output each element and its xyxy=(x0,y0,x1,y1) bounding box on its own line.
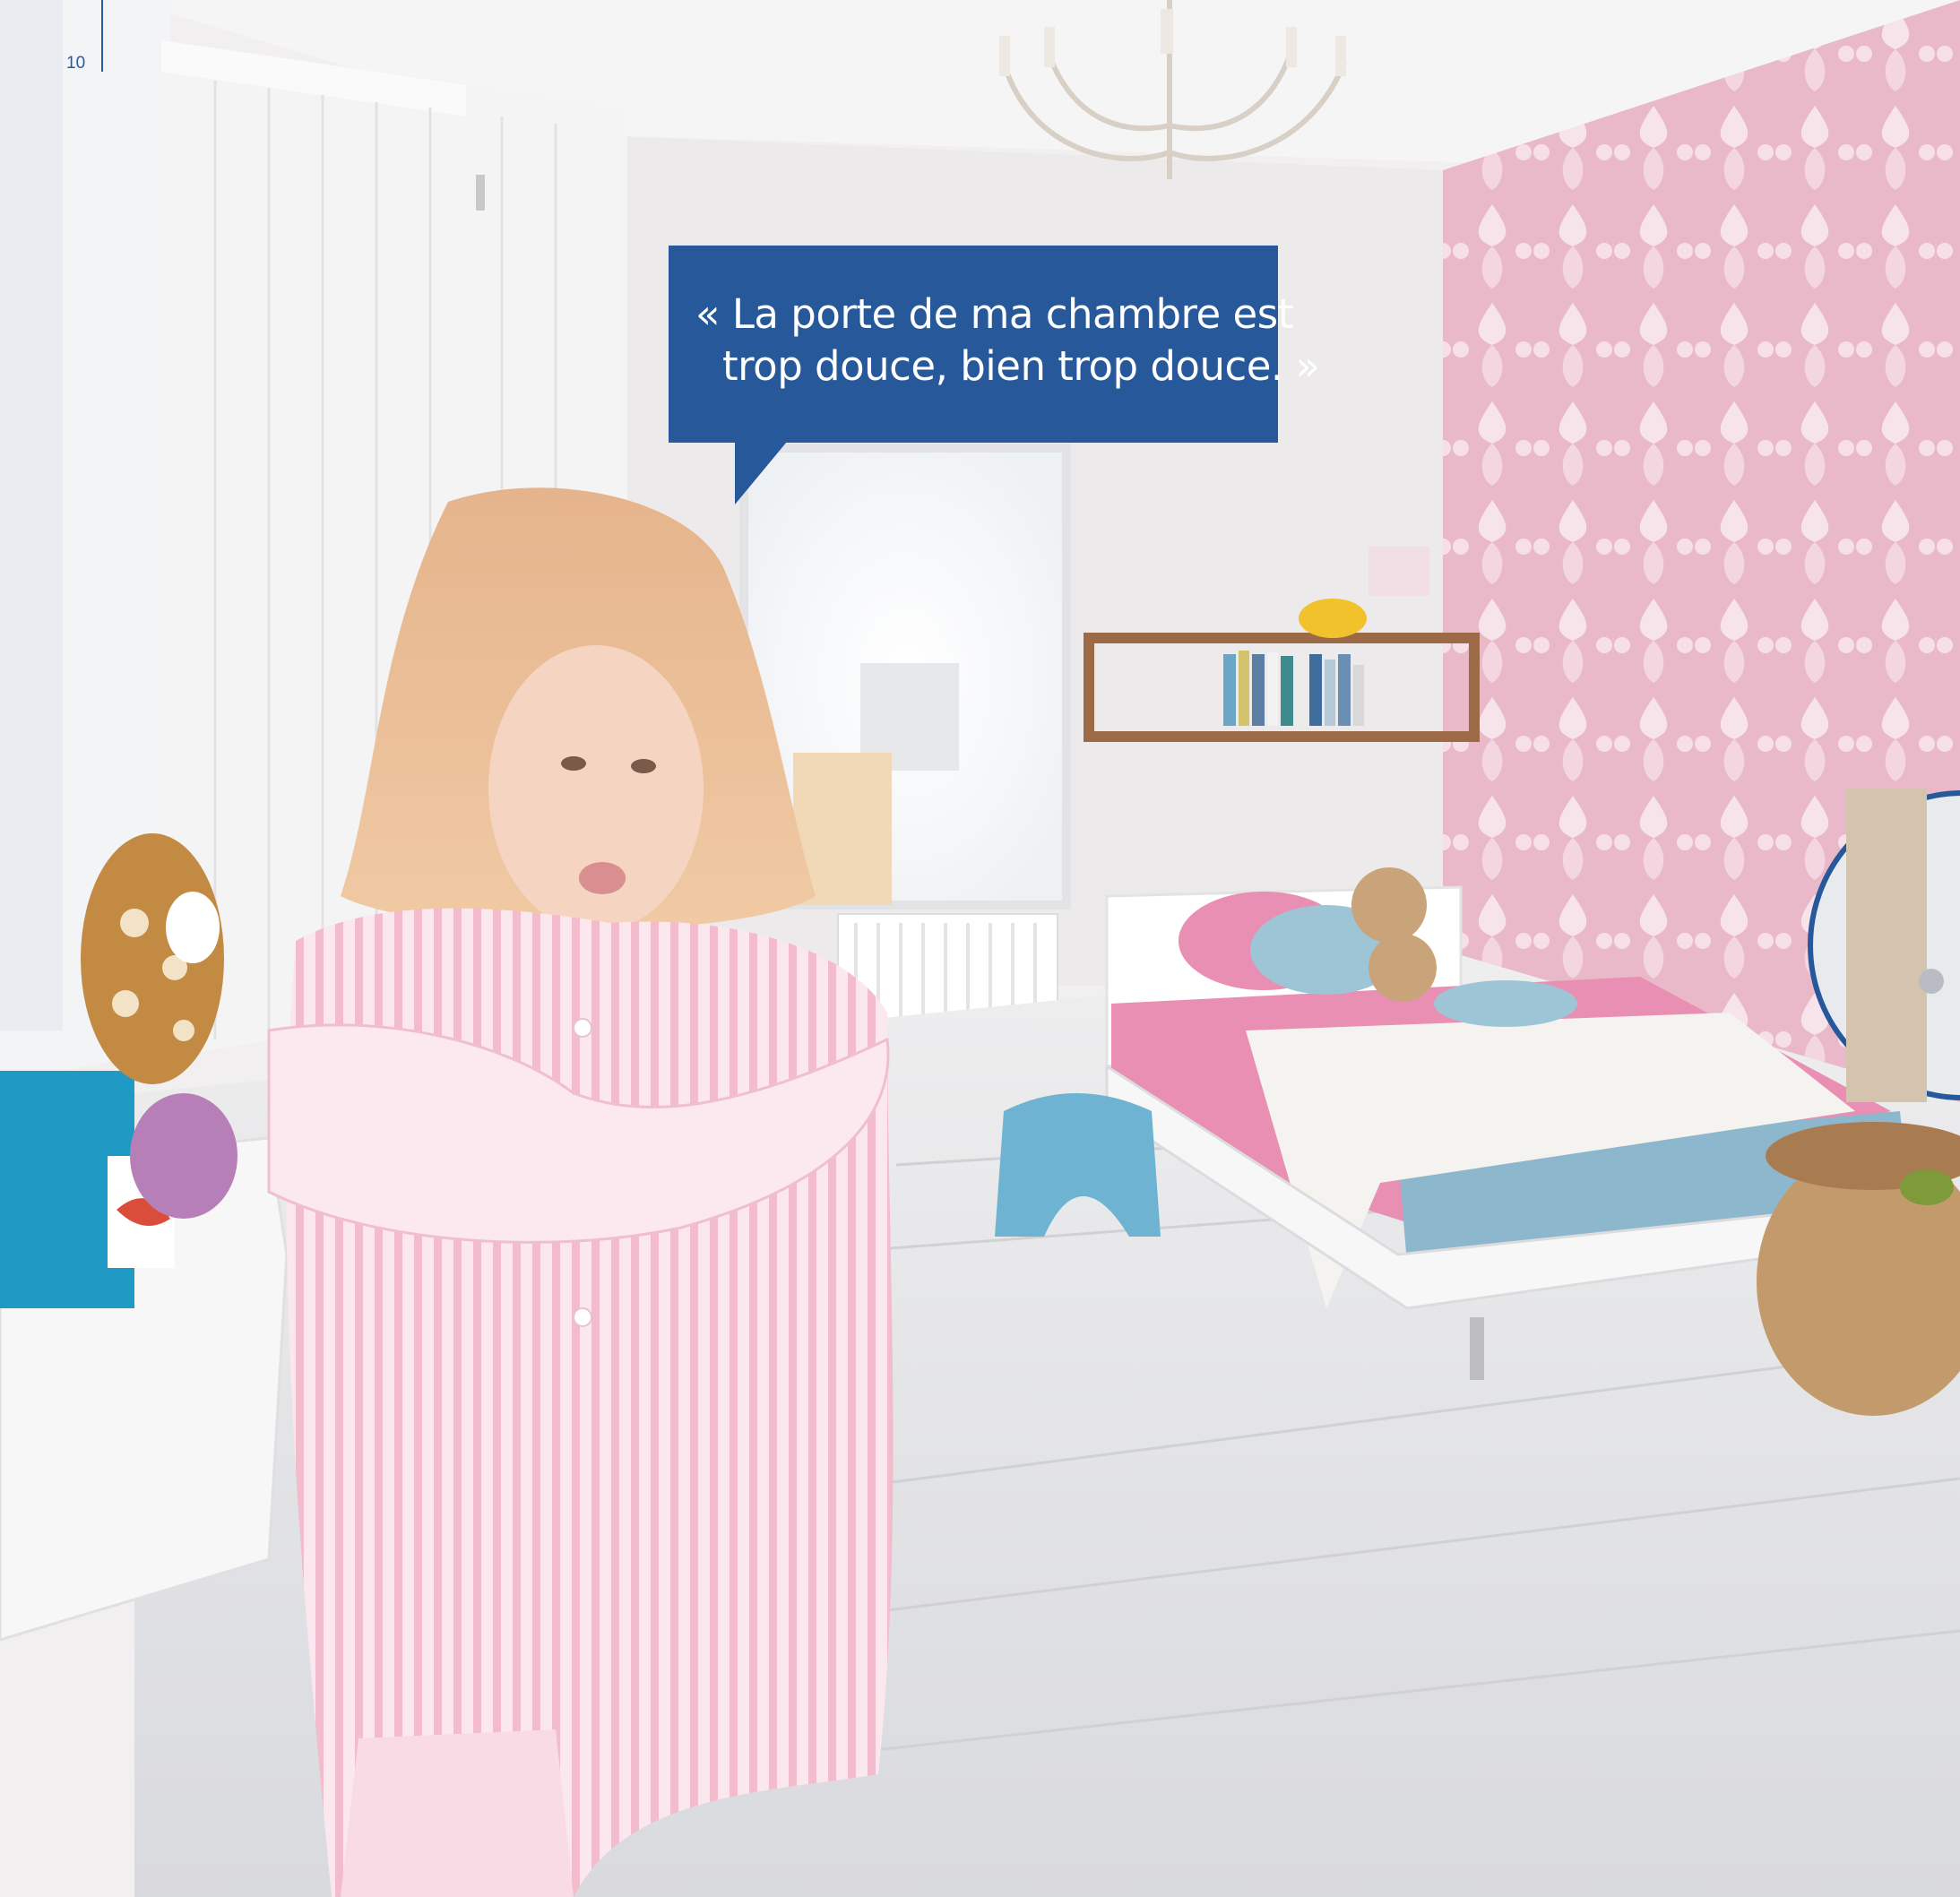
page-number-rule xyxy=(101,0,103,72)
speech-bubble: « La porte de ma chambre est trop douce,… xyxy=(669,246,1320,443)
page-number: 10 xyxy=(66,54,86,73)
speech-bubble-tail xyxy=(735,442,787,504)
speech-bubble-quote: « La porte de ma chambre est trop douce,… xyxy=(695,289,1320,392)
quote-line-1: « La porte de ma chambre est xyxy=(695,290,1293,338)
quote-line-2: trop douce, bien trop douce. » xyxy=(722,342,1320,390)
